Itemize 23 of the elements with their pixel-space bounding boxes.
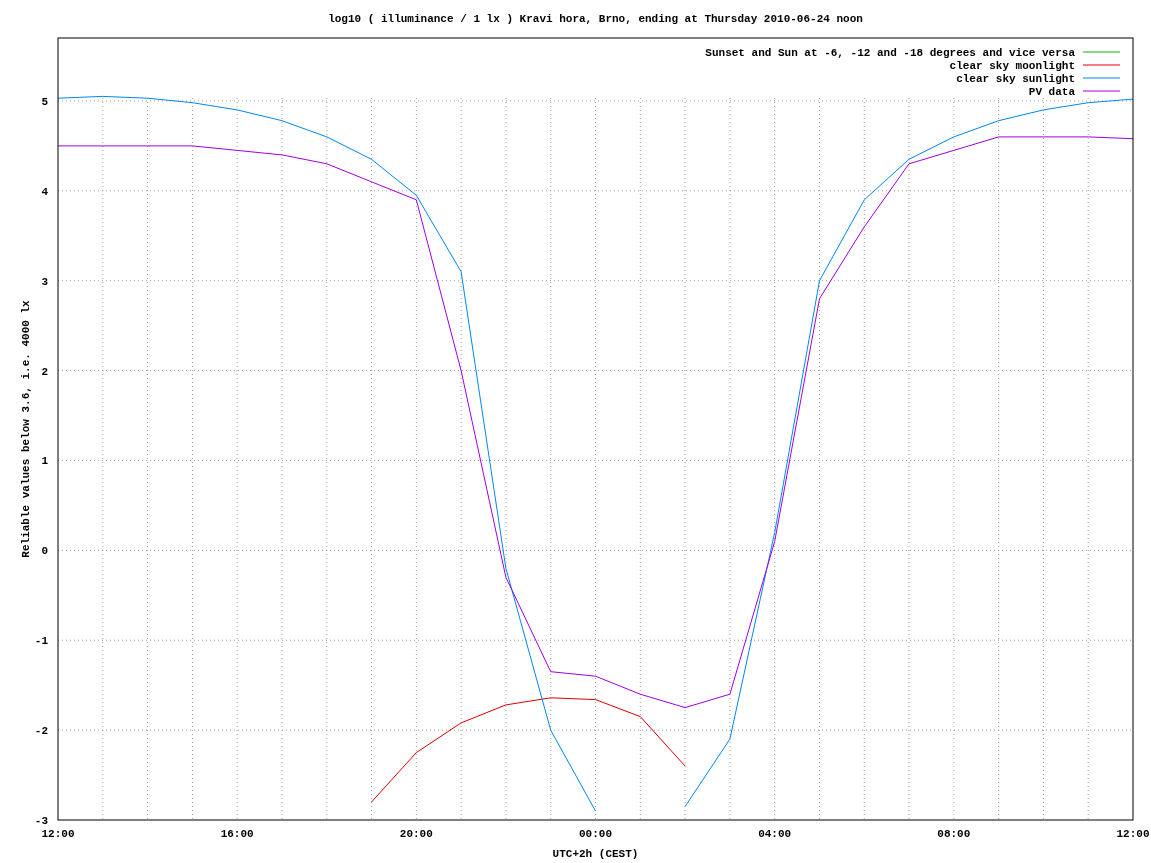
x-axis-title: UTC+2h (CEST) xyxy=(552,848,639,860)
y-tick-label: 3 xyxy=(41,275,48,288)
x-tick-label: 12:00 xyxy=(41,828,75,840)
x-tick-label: 00:00 xyxy=(579,828,612,840)
y-axis-title: Reliable values below 3.6, i.e. 4000 lx xyxy=(20,300,32,558)
legend-label: Sunset and Sun at -6, -12 and -18 degrees and vice versa xyxy=(705,47,1075,59)
x-tick-label: 16:00 xyxy=(220,828,254,840)
y-tick-label: 0 xyxy=(41,545,48,558)
x-tick-label: 08:00 xyxy=(937,828,971,840)
y-tick-label: 5 xyxy=(41,95,48,108)
legend-label: clear sky moonlight xyxy=(949,60,1075,72)
y-tick-label: 4 xyxy=(41,185,48,198)
x-tick-label: 04:00 xyxy=(758,828,792,840)
x-tick-label: 12:00 xyxy=(1116,828,1150,840)
y-tick-label: 1 xyxy=(41,455,48,468)
y-tick-label: -1 xyxy=(34,635,48,648)
y-tick-label: -2 xyxy=(34,725,48,738)
legend-label: clear sky sunlight xyxy=(956,73,1075,85)
y-tick-label: -3 xyxy=(34,815,48,827)
y-tick-label: 2 xyxy=(41,365,48,378)
x-tick-label: 20:00 xyxy=(399,828,433,840)
chart-title: log10 ( illuminance / 1 lx ) Kravi hora, Brno, ending at Thursday 2010-06-24 noon xyxy=(328,13,863,25)
legend-label: PV data xyxy=(1028,86,1075,98)
